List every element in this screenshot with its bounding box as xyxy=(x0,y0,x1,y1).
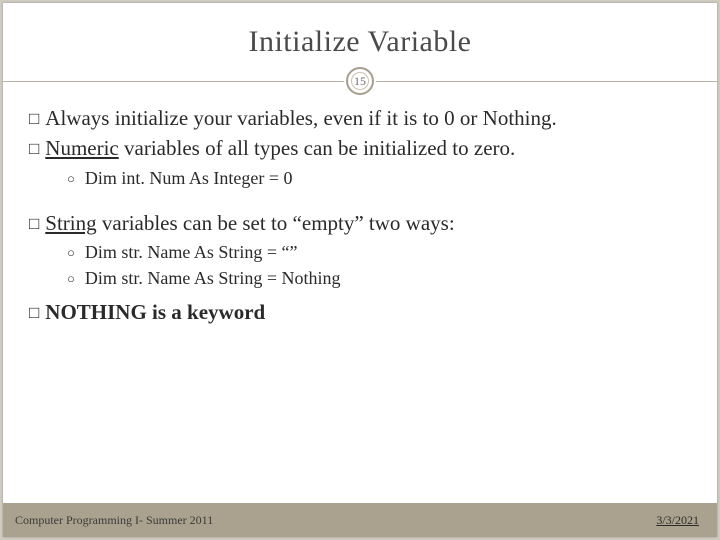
bullet-rest: variables of all types can be initialize… xyxy=(119,136,516,160)
sub-bullet-text: Dim str. Name As String = “” xyxy=(85,240,298,264)
slide: Initialize Variable 15 □ Always initiali… xyxy=(3,3,717,537)
square-bullet-icon: □ xyxy=(29,138,39,161)
bullet-text: Always initialize your variables, even i… xyxy=(45,105,691,131)
sub-bullet-item: ○ Dim str. Name As String = “” xyxy=(29,240,691,264)
circle-bullet-icon: ○ xyxy=(67,244,75,264)
page-number-badge: 15 xyxy=(346,67,374,95)
footer-date: 3/3/2021 xyxy=(656,513,699,528)
divider-line-right xyxy=(376,81,717,82)
bullet-item: □ Always initialize your variables, even… xyxy=(29,105,691,131)
title-divider: 15 xyxy=(3,67,717,95)
bullet-item: □ NOTHING is a keyword xyxy=(29,299,691,325)
bullet-item: □ String variables can be set to “empty”… xyxy=(29,210,691,236)
square-bullet-icon: □ xyxy=(29,213,39,236)
bullet-text: Numeric variables of all types can be in… xyxy=(45,135,691,161)
footer: Computer Programming I- Summer 2011 3/3/… xyxy=(3,503,717,537)
bold-text: NOTHING is a keyword xyxy=(45,300,265,324)
bullet-text: NOTHING is a keyword xyxy=(45,299,691,325)
spacer xyxy=(29,192,691,210)
underlined-word: String xyxy=(45,211,96,235)
bullet-rest: variables can be set to “empty” two ways… xyxy=(97,211,455,235)
page-number: 15 xyxy=(354,74,366,89)
sub-bullet-item: ○ Dim int. Num As Integer = 0 xyxy=(29,166,691,190)
square-bullet-icon: □ xyxy=(29,108,39,131)
divider-line-left xyxy=(3,81,344,82)
sub-bullet-item: ○ Dim str. Name As String = Nothing xyxy=(29,266,691,290)
slide-title: Initialize Variable xyxy=(3,3,717,67)
content-area: □ Always initialize your variables, even… xyxy=(3,95,717,325)
circle-bullet-icon: ○ xyxy=(67,270,75,290)
sub-bullet-text: Dim str. Name As String = Nothing xyxy=(85,266,341,290)
footer-left: Computer Programming I- Summer 2011 xyxy=(15,513,213,528)
sub-bullet-text: Dim int. Num As Integer = 0 xyxy=(85,166,293,190)
bullet-text: String variables can be set to “empty” t… xyxy=(45,210,691,236)
bullet-item: □ Numeric variables of all types can be … xyxy=(29,135,691,161)
square-bullet-icon: □ xyxy=(29,302,39,325)
circle-bullet-icon: ○ xyxy=(67,170,75,190)
underlined-word: Numeric xyxy=(45,136,118,160)
